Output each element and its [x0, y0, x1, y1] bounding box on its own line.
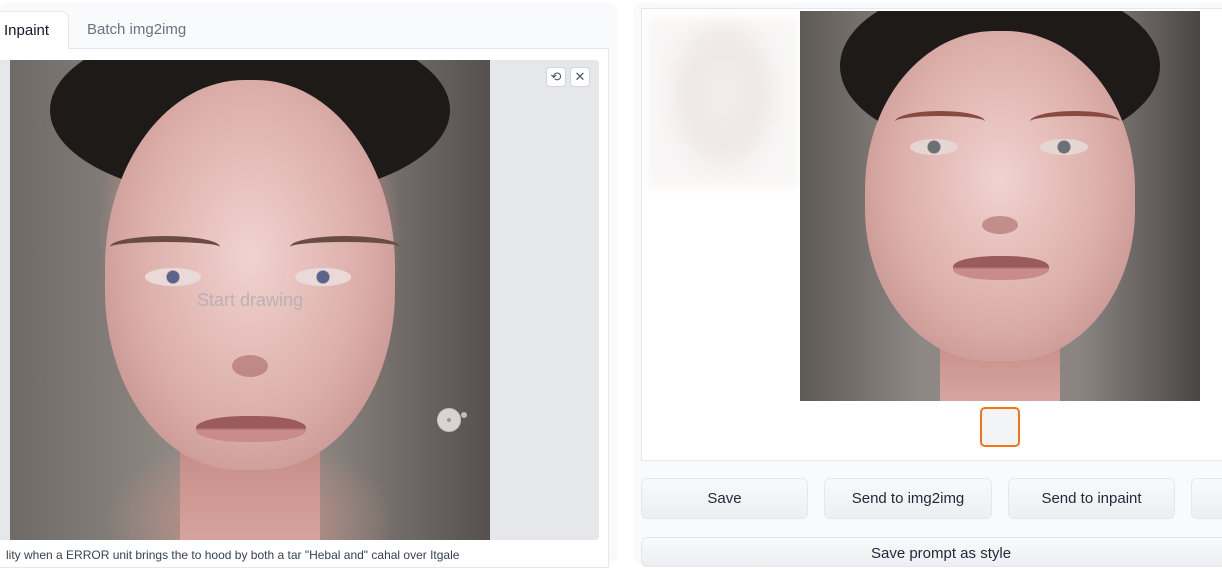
image-left-brow: [110, 236, 220, 258]
image-left-eye: [145, 268, 201, 286]
result-left-eye: [910, 139, 958, 155]
result-right-brow: [1030, 111, 1120, 132]
save-prompt-style-button[interactable]: Save prompt as style: [641, 537, 1222, 567]
image-nose: [232, 355, 268, 377]
output-result-image[interactable]: [800, 11, 1200, 401]
result-mouth: [953, 256, 1049, 280]
start-drawing-hint: Start drawing: [196, 290, 304, 310]
gallery-blurred-preview: [648, 18, 798, 188]
gallery-thumbnail-selected[interactable]: [980, 407, 1020, 447]
image-mouth: [196, 416, 306, 442]
image-right-eye: [295, 268, 351, 286]
save-button[interactable]: Save: [641, 478, 808, 519]
result-left-brow: [895, 111, 985, 132]
tab-batch-img2img[interactable]: Batch img2img: [87, 11, 186, 49]
brush-cursor-icon[interactable]: [438, 409, 460, 431]
result-nose: [982, 216, 1018, 234]
send-to-extras-button[interactable]: [1191, 478, 1222, 519]
bottom-prompt-text: lity when a ERROR unit brings the to hoo…: [6, 548, 460, 562]
brush-size-dot-icon: [461, 412, 467, 418]
close-icon[interactable]: ✕: [570, 67, 590, 87]
result-right-eye: [1040, 139, 1088, 155]
undo-icon[interactable]: ⟲: [546, 67, 566, 87]
send-to-img2img-button[interactable]: Send to img2img: [824, 478, 992, 519]
result-face: [865, 31, 1135, 361]
tab-inpaint[interactable]: Inpaint: [0, 11, 69, 49]
send-to-inpaint-button[interactable]: Send to inpaint: [1008, 478, 1175, 519]
image-right-brow: [290, 236, 400, 258]
